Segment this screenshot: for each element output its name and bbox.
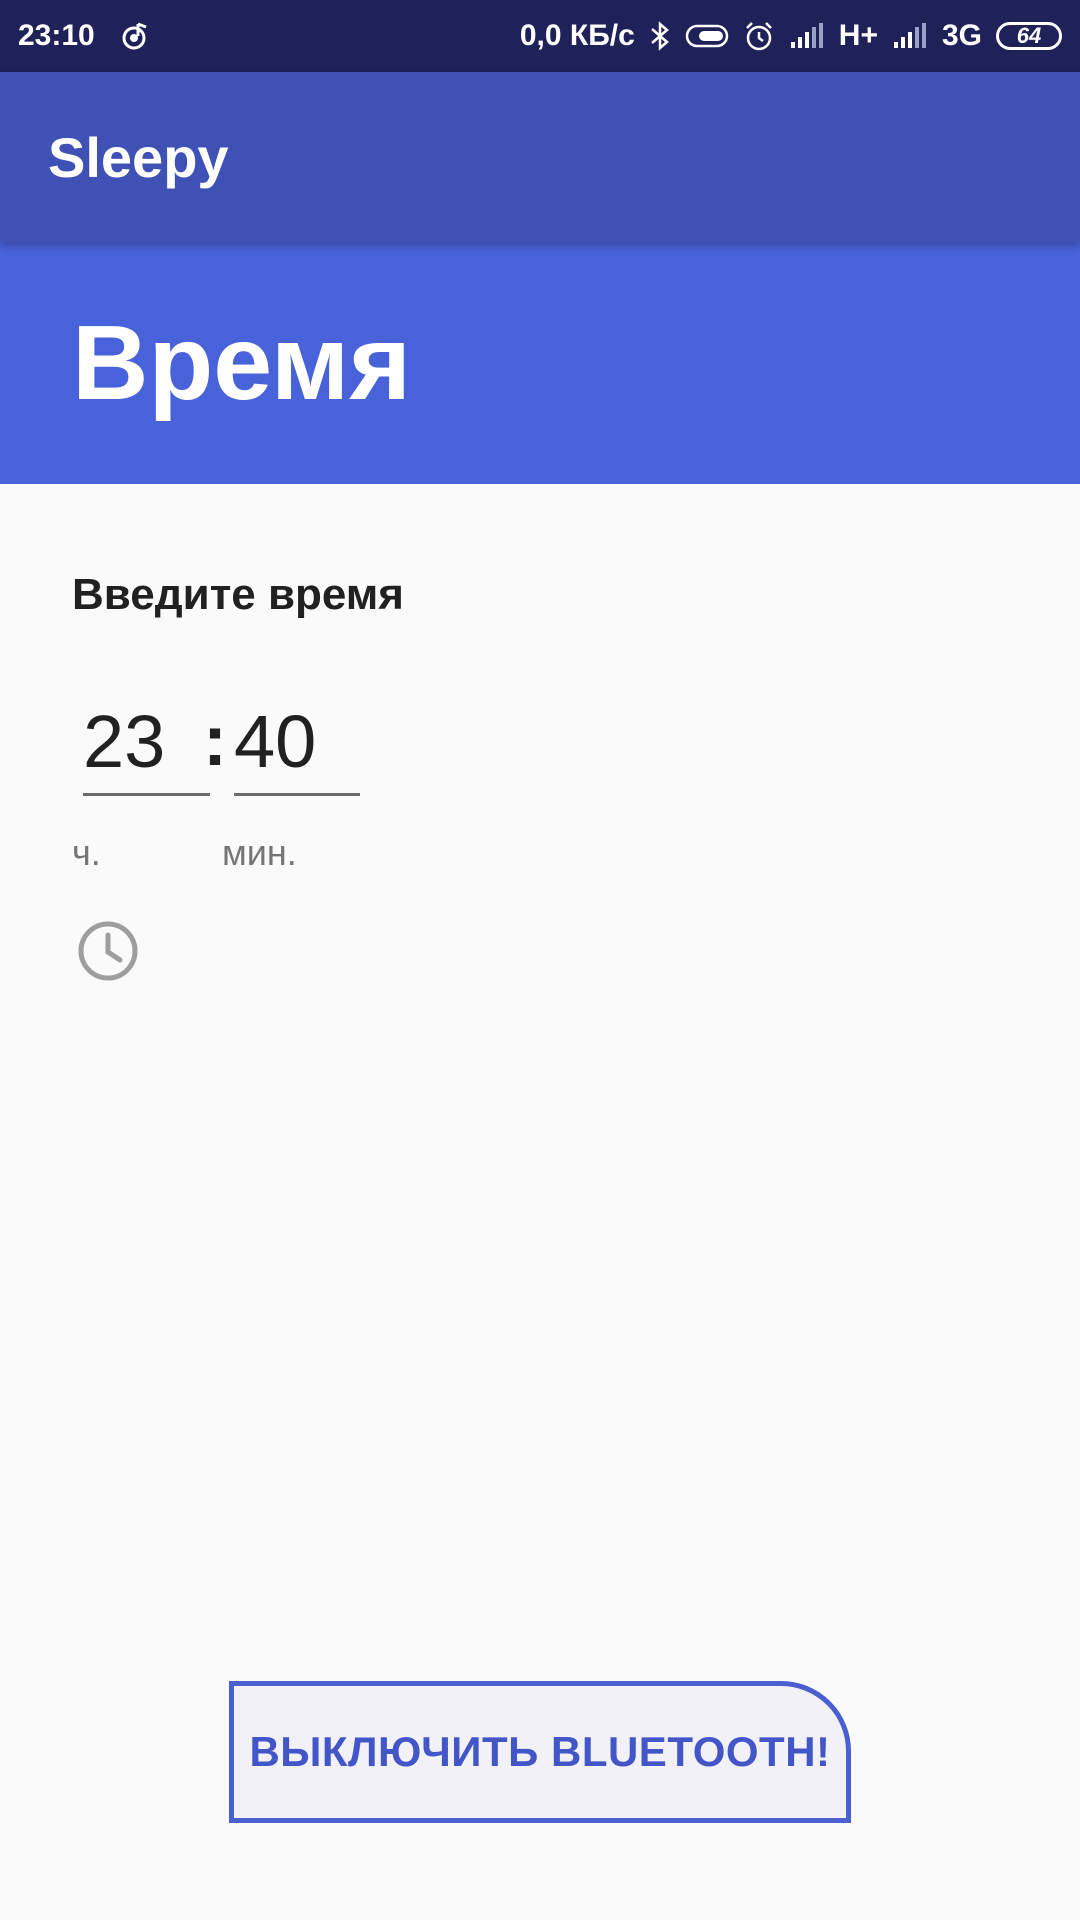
alarm-icon bbox=[743, 20, 775, 52]
signal-icon bbox=[789, 22, 825, 50]
toggle-icon bbox=[685, 23, 729, 49]
hours-label: ч. bbox=[72, 832, 101, 873]
battery-indicator: 64 bbox=[996, 22, 1062, 50]
minutes-label: мин. bbox=[222, 832, 297, 873]
page-title: Время bbox=[72, 303, 412, 422]
disable-bluetooth-button[interactable]: ВЫКЛЮЧИТЬ BLUETOOTH! bbox=[229, 1681, 851, 1823]
network-type-2: 3G bbox=[941, 19, 982, 52]
bluetooth-icon bbox=[649, 20, 671, 52]
header-band: Время bbox=[0, 242, 1080, 484]
clock-icon[interactable] bbox=[76, 919, 140, 983]
signal-icon bbox=[892, 22, 928, 50]
network-speed: 0,0 КБ/с bbox=[519, 19, 635, 52]
minutes-input[interactable]: 40 bbox=[234, 690, 360, 796]
app-title: Sleepy bbox=[48, 125, 229, 189]
hours-input[interactable]: 23 bbox=[83, 690, 210, 796]
status-time: 23:10 bbox=[18, 19, 95, 52]
music-icon bbox=[121, 21, 151, 51]
time-separator: : bbox=[203, 701, 227, 781]
app-bar: Sleepy bbox=[0, 72, 1080, 242]
time-prompt: Введите время bbox=[72, 570, 404, 619]
network-type-1: H+ bbox=[838, 19, 878, 52]
status-bar: 23:10 0,0 КБ/с H+ 3G 64 bbox=[0, 0, 1080, 72]
